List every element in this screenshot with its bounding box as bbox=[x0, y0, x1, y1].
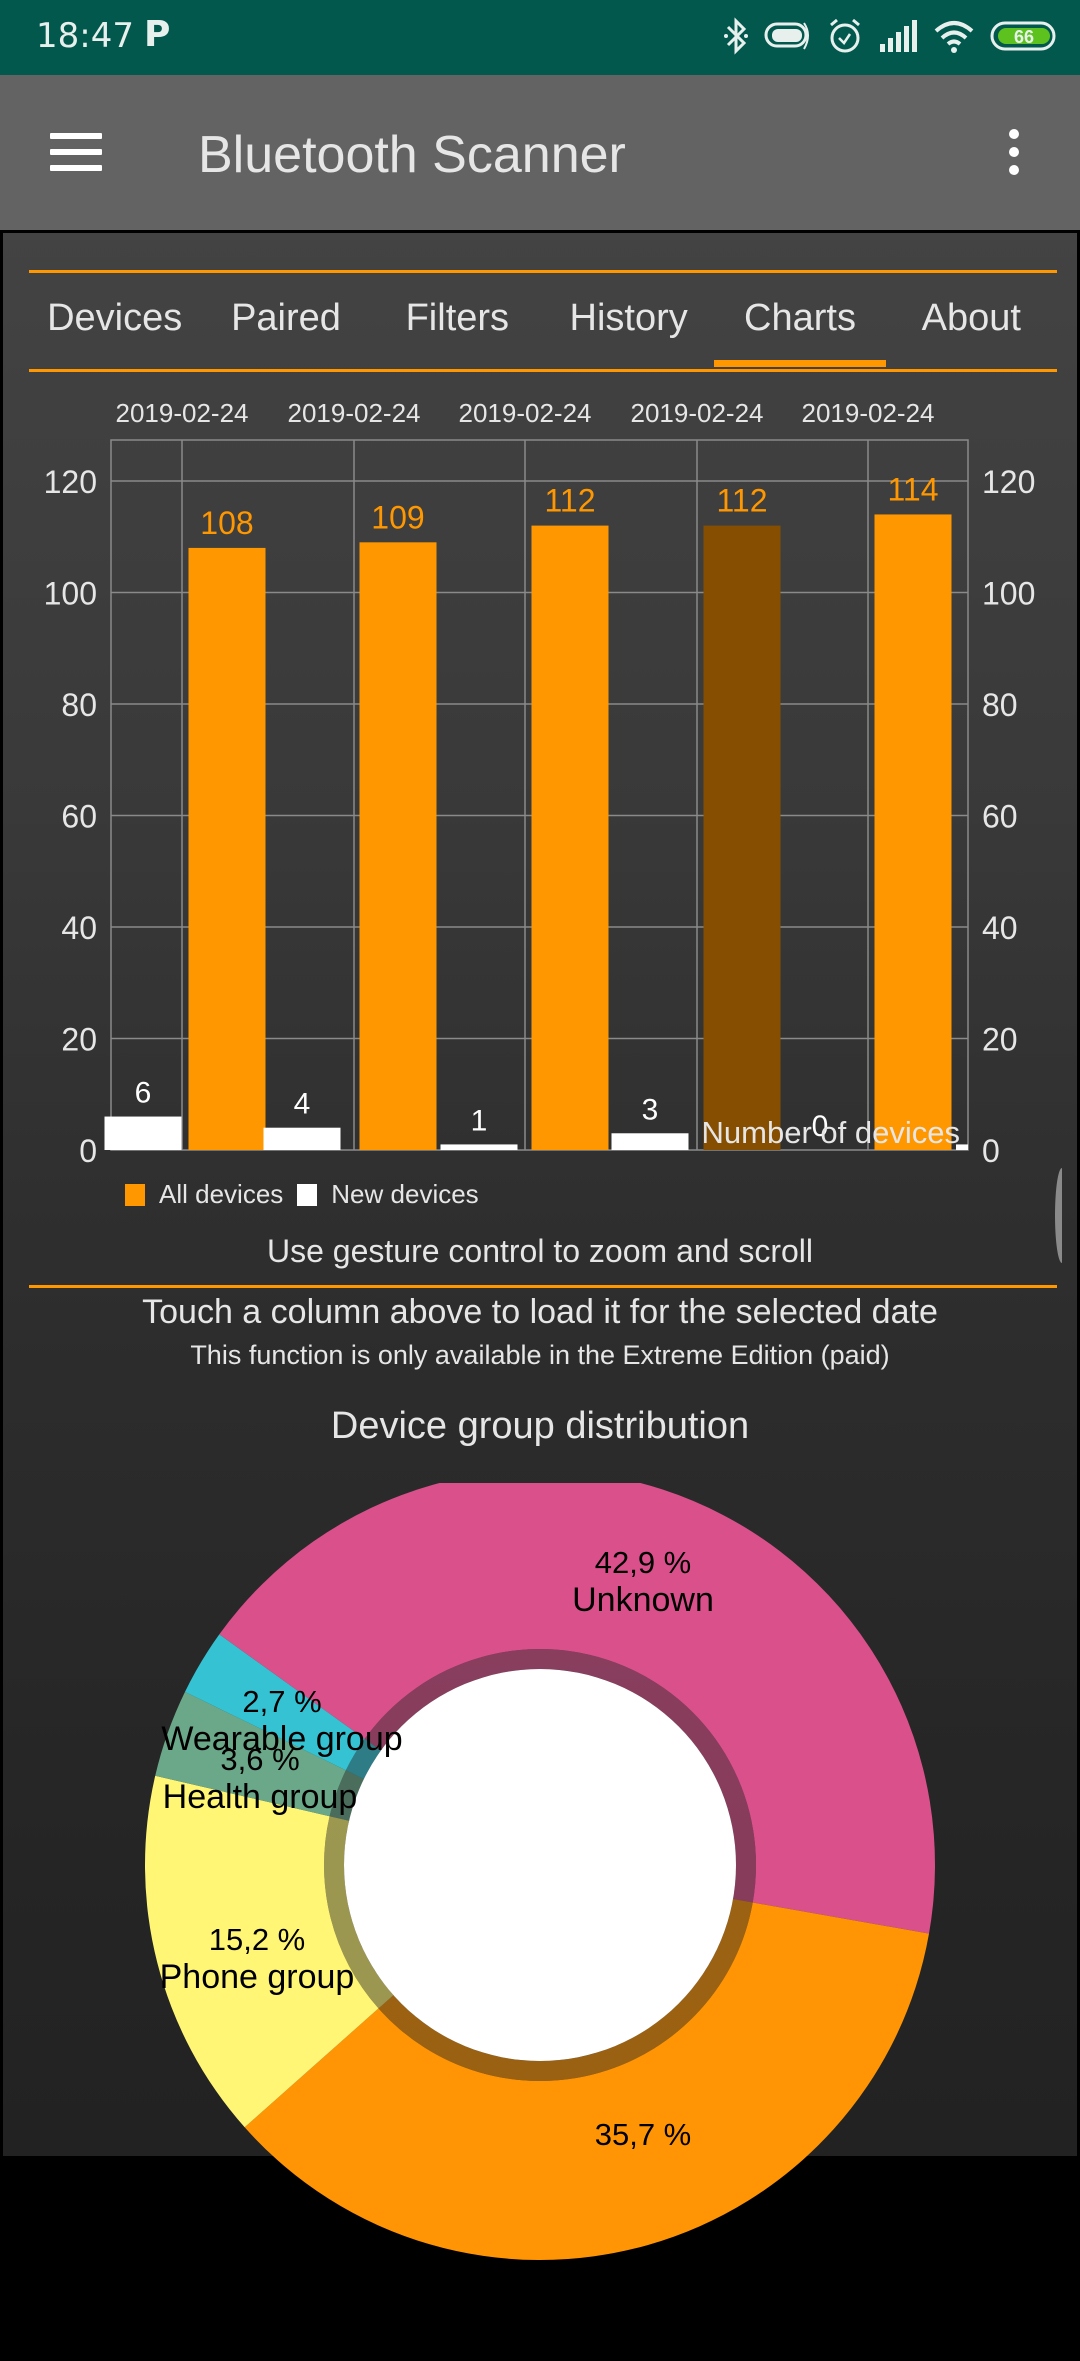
y-tick-left: 80 bbox=[61, 687, 97, 723]
bar-value-label-all: 112 bbox=[544, 483, 595, 519]
bar-value-label-new: 6 bbox=[135, 1077, 152, 1110]
y-tick-right: 80 bbox=[982, 687, 1018, 723]
signal-icon bbox=[878, 19, 918, 57]
bar-value-label-new: 3 bbox=[642, 1093, 659, 1126]
y-tick-left: 100 bbox=[44, 576, 97, 612]
y-tick-right: 20 bbox=[982, 1022, 1018, 1058]
pie-chart[interactable]: 42,9 % Unknown 35,7 % 15,2 % Phone group 3,6 … bbox=[3, 1483, 1077, 2361]
pie-percent-label: 2,7 % bbox=[242, 1684, 321, 1719]
x-date-label: 2019-02-24 bbox=[802, 398, 935, 428]
bar-value-label-new: 4 bbox=[294, 1088, 311, 1121]
y-tick-right: 100 bbox=[982, 576, 1035, 612]
legend-item-all-devices: All devices bbox=[125, 1179, 283, 1210]
pie-slice-label: Wearable group bbox=[161, 1720, 402, 1758]
bar-value-label-all: 108 bbox=[200, 505, 253, 541]
status-time: 18:47 bbox=[36, 16, 134, 56]
scroll-handle[interactable] bbox=[1055, 1168, 1069, 1263]
bluetooth-icon bbox=[724, 16, 748, 60]
x-date-label: 2019-02-24 bbox=[631, 398, 764, 428]
hamburger-menu-icon[interactable] bbox=[50, 133, 102, 171]
y-tick-left: 20 bbox=[61, 1022, 97, 1058]
more-vert-icon[interactable] bbox=[1006, 129, 1022, 177]
app-title: Bluetooth Scanner bbox=[198, 126, 626, 184]
section-divider bbox=[29, 1285, 1057, 1288]
status-icons: 66 bbox=[724, 14, 1058, 62]
pie-slice-label: Unknown bbox=[572, 1581, 714, 1619]
bar-value-label-all: 114 bbox=[887, 471, 938, 507]
y-tick-left: 60 bbox=[61, 799, 97, 835]
bar-chart-svg[interactable]: 0 0 20 20 40 40 60 60 80 80 100 100 120 120 2019-02-24… bbox=[3, 233, 1077, 1193]
legend-swatch-all bbox=[125, 1183, 145, 1206]
y-tick-right: 0 bbox=[982, 1133, 1000, 1169]
extreme-edition-note: This function is only available in the E… bbox=[190, 1340, 890, 1370]
content-area: Devices Paired Filters History Charts About 0… bbox=[0, 230, 1080, 2260]
y-tick-right: 60 bbox=[982, 799, 1018, 835]
status-bar: 18:47 P 66 bbox=[0, 0, 1080, 75]
touch-column-hint: Touch a column above to load it for the … bbox=[142, 1293, 938, 1331]
x-date-label: 2019-02-24 bbox=[459, 398, 592, 428]
bar-all-devices bbox=[531, 525, 609, 1150]
bar-chart-legend: All devices New devices bbox=[125, 1179, 493, 1210]
bar-value-label-all: 112 bbox=[716, 483, 767, 519]
battery-level: 66 bbox=[1014, 27, 1034, 47]
bar-new-devices bbox=[104, 1116, 182, 1150]
wifi-icon bbox=[934, 19, 974, 58]
y-tick-left: 120 bbox=[44, 464, 97, 500]
y-tick-right: 120 bbox=[982, 464, 1035, 500]
chart-description-label: Number of devices bbox=[702, 1115, 960, 1150]
bar-new-devices bbox=[263, 1127, 341, 1150]
gesture-hint: Use gesture control to zoom and scroll bbox=[266, 1233, 814, 1269]
pie-slice-label: Health group bbox=[163, 1778, 358, 1816]
bar-all-devices bbox=[703, 525, 781, 1150]
app-bar: Bluetooth Scanner bbox=[0, 75, 1080, 230]
vibrate-icon bbox=[764, 19, 812, 58]
bar-value-label-new: 1 bbox=[471, 1104, 488, 1137]
bar-all-devices bbox=[874, 514, 952, 1150]
pie-percent-label: 42,9 % bbox=[595, 1545, 692, 1580]
y-tick-left: 40 bbox=[61, 910, 97, 946]
bar-value-label-all: 109 bbox=[371, 499, 424, 535]
parking-p-icon: P bbox=[144, 14, 171, 55]
legend-label-all: All devices bbox=[159, 1179, 284, 1209]
bar-new-devices bbox=[611, 1133, 689, 1150]
legend-label-new: New devices bbox=[331, 1179, 479, 1209]
battery-icon: 66 bbox=[990, 20, 1058, 57]
bar-all-devices bbox=[188, 547, 266, 1150]
charts-page: Devices Paired Filters History Charts About 0… bbox=[3, 233, 1077, 2260]
bar-new-devices bbox=[440, 1144, 518, 1150]
legend-swatch-new bbox=[297, 1183, 318, 1206]
pie-percent-label: 35,7 % bbox=[595, 2117, 692, 2152]
pie-chart-svg[interactable]: 42,9 %Unknown35,7 %15,2 %Phone group3,6 … bbox=[3, 1483, 1077, 2361]
bar-chart[interactable]: 0 0 20 20 40 40 60 60 80 80 100 100 120 120 2019-02-24… bbox=[3, 233, 1077, 1533]
pie-chart-title: Device group distribution bbox=[330, 1405, 750, 1447]
pie-slice-label: Phone group bbox=[160, 1958, 355, 1996]
bar-all-devices bbox=[359, 542, 437, 1150]
alarm-icon bbox=[828, 17, 862, 60]
legend-item-new-devices: New devices bbox=[297, 1179, 479, 1210]
x-date-label: 2019-02-24 bbox=[116, 398, 249, 428]
y-tick-right: 40 bbox=[982, 910, 1018, 946]
pie-percent-label: 15,2 % bbox=[209, 1922, 306, 1957]
y-tick-left: 0 bbox=[79, 1133, 97, 1169]
pie-hole bbox=[344, 1669, 736, 2061]
x-date-label: 2019-02-24 bbox=[288, 398, 421, 428]
